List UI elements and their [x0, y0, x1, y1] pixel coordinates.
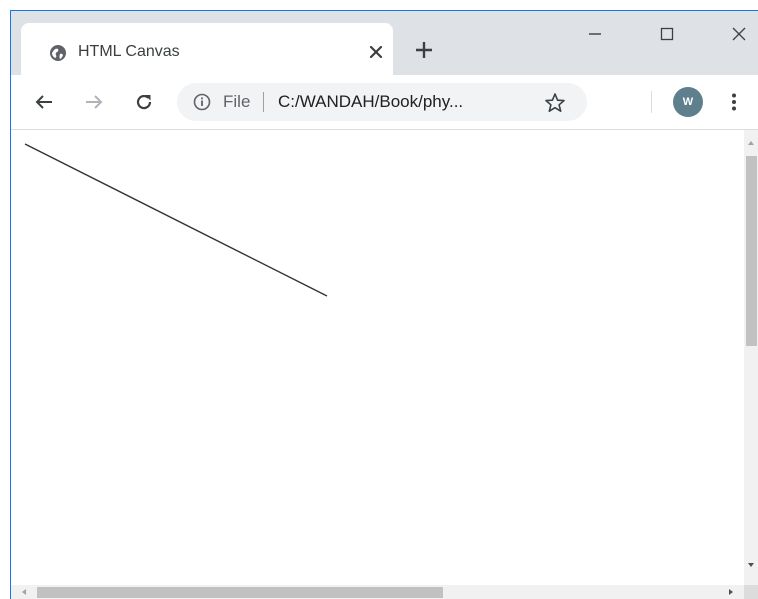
minimize-icon [589, 33, 601, 35]
scrollbar-corner [744, 585, 758, 599]
star-icon[interactable] [543, 91, 567, 115]
globe-icon [50, 45, 66, 61]
close-icon [369, 45, 383, 59]
scroll-left-arrow[interactable] [22, 589, 26, 595]
new-tab-button[interactable] [410, 36, 438, 64]
back-button[interactable] [29, 87, 59, 117]
close-icon [732, 27, 746, 41]
forward-button[interactable] [79, 87, 109, 117]
scroll-up-arrow[interactable] [748, 141, 754, 145]
tab-strip: HTML Canvas [11, 11, 758, 75]
vertical-scroll-thumb[interactable] [746, 156, 757, 346]
url-text[interactable]: C:/WANDAH/Book/phy... [278, 92, 463, 112]
html-canvas [24, 143, 328, 297]
horizontal-scroll-thumb[interactable] [37, 587, 443, 598]
tab-close-button[interactable] [364, 40, 388, 64]
toolbar-divider [651, 91, 652, 113]
profile-avatar[interactable]: W [673, 87, 703, 117]
vertical-scrollbar[interactable] [744, 130, 758, 585]
maximize-icon [660, 27, 674, 41]
minimize-button[interactable] [575, 19, 615, 49]
arrow-right-icon [86, 95, 103, 109]
address-bar[interactable]: File C:/WANDAH/Book/phy... [177, 83, 587, 121]
horizontal-scrollbar[interactable] [11, 585, 744, 599]
tab-title: HTML Canvas [78, 43, 180, 60]
scheme-label: File [223, 92, 251, 111]
browser-window: HTML Canvas File C:/WANDAH/Book/phy... W [10, 10, 758, 599]
page-viewport [11, 130, 758, 599]
kebab-menu-icon [732, 93, 736, 111]
browser-toolbar: File C:/WANDAH/Book/phy... W [11, 75, 758, 130]
scheme-divider [263, 92, 264, 112]
scroll-right-arrow[interactable] [729, 589, 733, 595]
maximize-button[interactable] [647, 19, 687, 49]
reload-button[interactable] [129, 87, 159, 117]
close-window-button[interactable] [719, 19, 758, 49]
canvas-line [24, 143, 328, 297]
menu-button[interactable] [722, 87, 746, 117]
plus-icon [416, 42, 432, 58]
info-icon[interactable] [193, 93, 211, 111]
scroll-down-arrow[interactable] [748, 563, 754, 567]
tab-html-canvas[interactable]: HTML Canvas [21, 23, 393, 75]
reload-icon [136, 95, 152, 110]
arrow-left-icon [35, 95, 52, 109]
